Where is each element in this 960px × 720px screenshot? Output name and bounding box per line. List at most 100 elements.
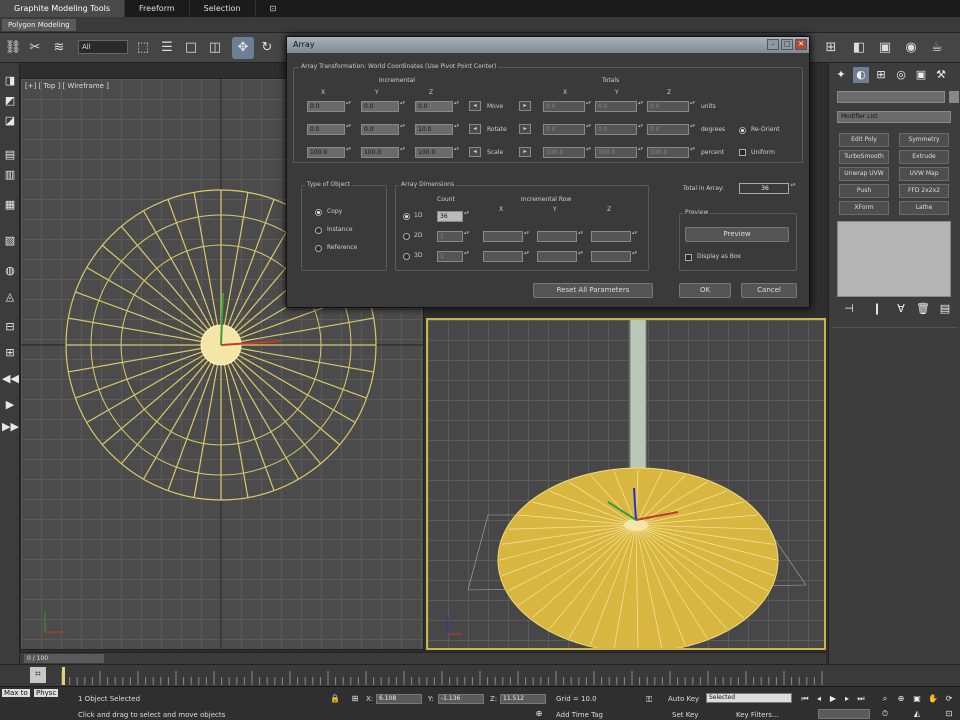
select-by-name-icon[interactable]: ☰ (156, 37, 178, 59)
copy-radio[interactable] (315, 209, 322, 216)
scale-z-inc[interactable]: 100.0 (415, 147, 460, 158)
time-config-icon[interactable]: ⏱ (880, 709, 890, 719)
move-z-inc[interactable]: 0.0 (415, 101, 460, 112)
fov-icon[interactable]: ◭ (912, 709, 922, 719)
x-coordinate-field[interactable]: 6.108 (376, 694, 422, 704)
modify-tab-icon[interactable]: ◐ (853, 67, 869, 83)
scale-z-total[interactable]: 100.0 (647, 147, 696, 158)
schematic-view-icon[interactable]: ⊞ (820, 37, 842, 59)
time-slider-thumb[interactable]: 0 / 100 (24, 654, 104, 663)
dim-3d-radio[interactable] (403, 253, 410, 260)
scale-y-inc[interactable]: 100.0 (361, 147, 406, 158)
make-unique-icon[interactable]: ∀ (893, 301, 909, 317)
rectangle-selection-icon[interactable]: □ (180, 37, 202, 59)
reset-all-parameters-button[interactable]: Reset All Parameters (533, 283, 653, 298)
next-frame-icon[interactable]: ▸ (842, 694, 852, 704)
object-color-swatch[interactable] (949, 91, 959, 103)
dim-3d-count[interactable]: 1 (437, 251, 470, 262)
material-editor-icon[interactable]: ◧ (848, 37, 870, 59)
tool-icon[interactable]: ⊟ (2, 319, 18, 335)
preview-button[interactable]: Preview (685, 227, 789, 242)
dim-2d-count[interactable]: 1 (437, 231, 470, 242)
move-arrow-right-icon[interactable]: ▸ (519, 101, 531, 111)
edit-poly-button[interactable]: Edit Poly (839, 133, 889, 147)
move-y-inc[interactable]: 0.0 (361, 101, 406, 112)
remove-modifier-icon[interactable]: 🗑 (915, 301, 931, 317)
scale-y-total[interactable]: 100.0 (595, 147, 644, 158)
maximize-icon[interactable]: □ (781, 39, 793, 50)
viewport-label[interactable]: [+] [ Top ] [ Wireframe ] (25, 82, 109, 90)
render-icon[interactable]: ☕ (926, 37, 948, 59)
time-tag-icon[interactable]: ⊕ (534, 709, 544, 719)
show-end-result-icon[interactable]: ❙ (869, 301, 885, 317)
mini-curve-icon[interactable]: ⌗ (30, 667, 46, 683)
dim-2d-radio[interactable] (403, 233, 410, 240)
rotate-arrow-left-icon[interactable]: ◂ (469, 124, 481, 134)
rendered-frame-icon[interactable]: ◉ (900, 37, 922, 59)
move-x-inc[interactable]: 0.0 (307, 101, 352, 112)
lock-selection-icon[interactable]: 🔒 (330, 694, 340, 704)
scale-x-inc[interactable]: 100.0 (307, 147, 352, 158)
previous-frame-icon[interactable]: ◂ (814, 694, 824, 704)
dim-3d-z[interactable] (591, 251, 638, 262)
move-z-total[interactable]: 0.0 (647, 101, 696, 112)
add-time-tag[interactable]: Add Time Tag (556, 711, 603, 719)
tab-freeform[interactable]: Freeform (125, 0, 190, 17)
display-tab-icon[interactable]: ▣ (913, 67, 929, 83)
uvw-map-button[interactable]: UVW Map (899, 167, 949, 181)
rotate-x-inc[interactable]: 0.0 (307, 124, 352, 135)
go-to-start-icon[interactable]: ⏮ (800, 694, 810, 704)
rotate-y-total[interactable]: 0.0 (595, 124, 644, 135)
utilities-tab-icon[interactable]: ⚒ (933, 67, 949, 83)
rotate-y-inc[interactable]: 0.0 (361, 124, 406, 135)
auto-key-button[interactable]: Auto Key (668, 695, 699, 703)
current-frame-field[interactable] (818, 709, 870, 719)
bind-spacewarp-icon[interactable]: ≋ (48, 37, 70, 59)
dim-1d-count[interactable]: 36 (437, 211, 470, 222)
zoom-extents-icon[interactable]: ▣ (912, 694, 922, 704)
display-as-box-checkbox[interactable] (685, 254, 692, 261)
tool-icon[interactable]: ▧ (2, 233, 18, 249)
forward-icon[interactable]: ▶▶ (2, 419, 19, 435)
rewind-icon[interactable]: ◀◀ (2, 371, 19, 387)
select-object-icon[interactable]: ⬚ (132, 37, 154, 59)
ribbon-options-icon[interactable]: ⊡ (256, 0, 291, 17)
xform-button[interactable]: XForm (839, 201, 889, 215)
instance-radio[interactable] (315, 227, 322, 234)
y-coordinate-field[interactable]: -1.136 (438, 694, 484, 704)
hierarchy-tab-icon[interactable]: ⊞ (873, 67, 889, 83)
configure-sets-icon[interactable]: ▤ (937, 301, 953, 317)
maxscript-listener-line2[interactable]: Physc (34, 689, 59, 697)
dim-3d-y[interactable] (537, 251, 584, 262)
tool-icon[interactable]: ◪ (2, 113, 18, 129)
modifier-list-dropdown[interactable]: Modifier List (837, 111, 951, 123)
dim-1d-radio[interactable] (403, 213, 410, 220)
close-icon[interactable]: ✕ (795, 39, 807, 50)
set-key-button[interactable]: Set Key (672, 711, 698, 719)
modifier-stack[interactable] (837, 221, 951, 297)
grid-icon[interactable]: ⊞ (2, 345, 18, 361)
trackbar[interactable]: ⌗ (0, 664, 960, 686)
go-to-end-icon[interactable]: ⏭ (856, 694, 866, 704)
ok-button[interactable]: OK (679, 283, 731, 298)
rotate-arrow-right-icon[interactable]: ▸ (519, 124, 531, 134)
tool-icon[interactable]: ◬ (2, 289, 18, 305)
selection-filter-dropdown[interactable]: All (78, 40, 128, 54)
tab-graphite-modeling-tools[interactable]: Graphite Modeling Tools (0, 0, 126, 17)
unlink-icon[interactable]: ✂ (24, 37, 46, 59)
scale-x-total[interactable]: 100.0 (543, 147, 592, 158)
tool-icon[interactable]: ◨ (2, 73, 18, 89)
move-arrow-left-icon[interactable]: ◂ (469, 101, 481, 111)
maxscript-listener-line1[interactable]: Max to (2, 689, 30, 697)
tool-icon[interactable]: ▦ (2, 197, 18, 213)
dim-2d-z[interactable] (591, 231, 638, 242)
dim-3d-x[interactable] (483, 251, 530, 262)
scale-arrow-right-icon[interactable]: ▸ (519, 147, 531, 157)
move-icon[interactable]: ✥ (232, 37, 254, 59)
z-coordinate-field[interactable]: 11.512 (500, 694, 546, 704)
ffd-button[interactable]: FFD 2x2x2 (899, 184, 949, 198)
play-animation-icon[interactable]: ▶ (828, 694, 838, 704)
tab-selection[interactable]: Selection (190, 0, 256, 17)
symmetry-button[interactable]: Symmetry (899, 133, 949, 147)
scale-arrow-left-icon[interactable]: ◂ (469, 147, 481, 157)
